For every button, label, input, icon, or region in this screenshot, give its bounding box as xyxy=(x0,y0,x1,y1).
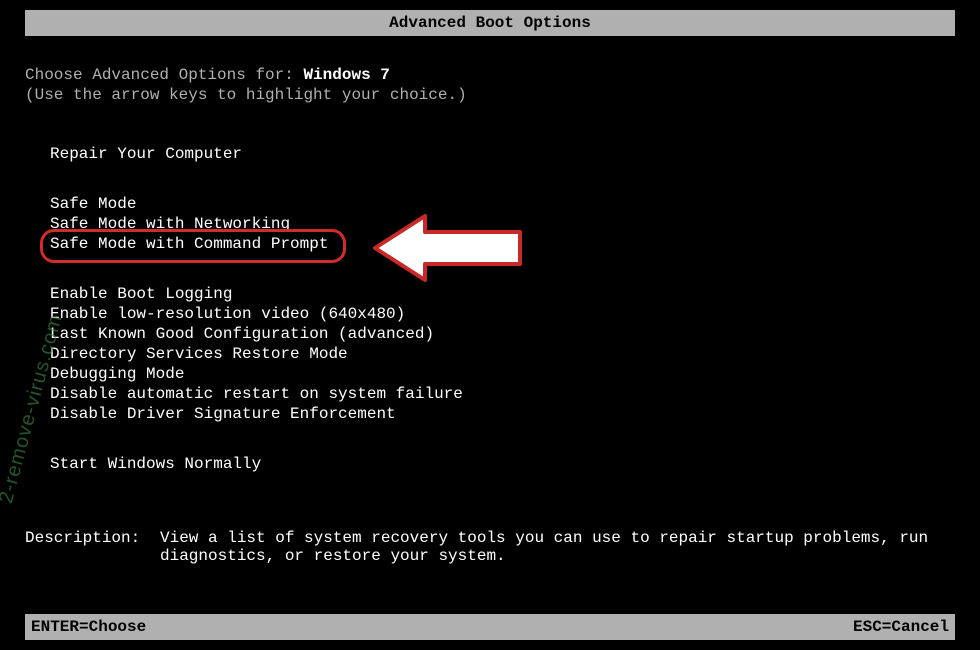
description-block: Description: View a list of system recov… xyxy=(25,529,955,565)
boot-option[interactable]: Directory Services Restore Mode xyxy=(50,344,955,364)
options-list: Repair Your ComputerSafe ModeSafe Mode w… xyxy=(50,144,955,474)
boot-option[interactable]: Enable low-resolution video (640x480) xyxy=(50,304,955,324)
intro-line: Choose Advanced Options for: Windows 7 xyxy=(25,66,955,84)
group-separator xyxy=(50,254,955,284)
boot-option[interactable]: Safe Mode xyxy=(50,194,955,214)
boot-option[interactable]: Disable automatic restart on system fail… xyxy=(50,384,955,404)
description-label: Description: xyxy=(25,529,160,565)
boot-option[interactable]: Disable Driver Signature Enforcement xyxy=(50,404,955,424)
boot-option[interactable]: Debugging Mode xyxy=(50,364,955,384)
intro-prefix: Choose Advanced Options for: xyxy=(25,66,303,84)
boot-option[interactable]: Safe Mode with Networking xyxy=(50,214,955,234)
boot-option[interactable]: Repair Your Computer xyxy=(50,144,955,164)
footer-bar: ENTER=Choose ESC=Cancel xyxy=(0,614,980,640)
highlighted-option[interactable]: Safe Mode with Command Prompt xyxy=(50,235,328,253)
group-separator xyxy=(50,424,955,454)
boot-option[interactable]: Safe Mode with Command Prompt xyxy=(50,234,955,254)
os-name: Windows 7 xyxy=(303,66,389,84)
footer-esc: ESC=Cancel xyxy=(853,618,949,636)
group-separator xyxy=(50,164,955,194)
footer-enter: ENTER=Choose xyxy=(31,618,146,636)
hint-text: (Use the arrow keys to highlight your ch… xyxy=(25,86,955,104)
boot-option[interactable]: Start Windows Normally xyxy=(50,454,955,474)
page-title: Advanced Boot Options xyxy=(389,14,591,32)
boot-option[interactable]: Last Known Good Configuration (advanced) xyxy=(50,324,955,344)
boot-option-label: Safe Mode with Command Prompt xyxy=(50,235,328,253)
description-text: View a list of system recovery tools you… xyxy=(160,529,955,565)
boot-option[interactable]: Enable Boot Logging xyxy=(50,284,955,304)
title-bar: Advanced Boot Options xyxy=(25,10,955,36)
